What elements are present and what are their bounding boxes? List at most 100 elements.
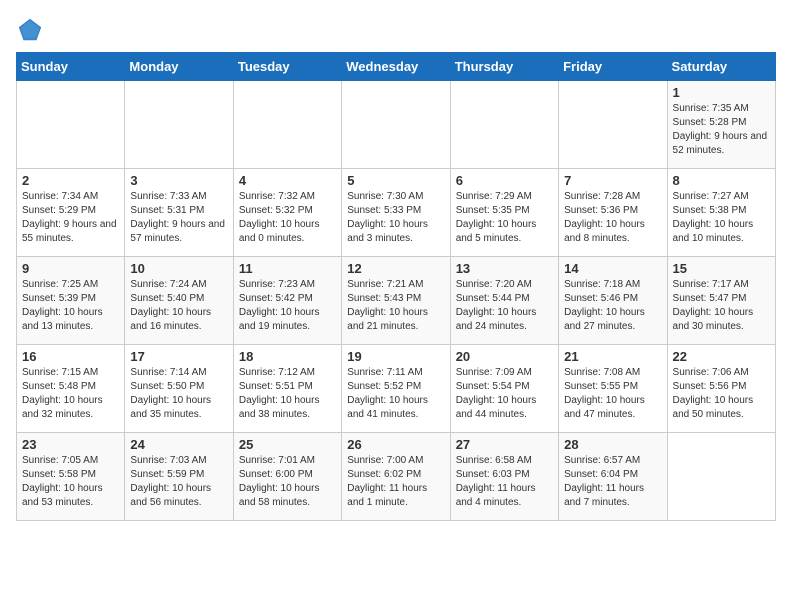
day-info: Sunrise: 7:18 AM Sunset: 5:46 PM Dayligh… <box>564 278 661 334</box>
calendar-cell: 23Sunrise: 7:05 AM Sunset: 5:58 PM Dayli… <box>17 433 125 521</box>
calendar-cell: 28 Sunrise: 6:57 AM Sunset: 6:04 PM Dayli… <box>559 433 667 521</box>
weekday-header: Wednesday <box>342 53 450 81</box>
day-info: Sunrise: 7:14 AM Sunset: 5:50 PM Dayligh… <box>130 366 227 422</box>
calendar-cell <box>233 81 341 169</box>
day-info: Sunrise: 7:32 AM Sunset: 5:32 PM Dayligh… <box>239 190 336 246</box>
calendar-cell <box>559 81 667 169</box>
calendar-cell: 22 Sunrise: 7:06 AM Sunset: 5:56 PM Dayli… <box>667 345 775 433</box>
day-number: 21 <box>564 349 661 364</box>
weekday-header: Thursday <box>450 53 558 81</box>
day-info: Sunrise: 7:21 AM Sunset: 5:43 PM Dayligh… <box>347 278 444 334</box>
day-number: 17 <box>130 349 227 364</box>
day-number: 20 <box>456 349 553 364</box>
day-number: 23 <box>22 437 119 452</box>
day-number: 26 <box>347 437 444 452</box>
calendar-cell: 14 Sunrise: 7:18 AM Sunset: 5:46 PM Dayli… <box>559 257 667 345</box>
calendar-cell: 2 Sunrise: 7:34 AM Sunset: 5:29 PM Daylig… <box>17 169 125 257</box>
calendar-cell <box>342 81 450 169</box>
calendar-table: SundayMondayTuesdayWednesdayThursdayFrid… <box>16 52 776 521</box>
day-info: Sunrise: 7:28 AM Sunset: 5:36 PM Dayligh… <box>564 190 661 246</box>
day-number: 1 <box>673 85 770 100</box>
day-info: Sunrise: 7:12 AM Sunset: 5:51 PM Dayligh… <box>239 366 336 422</box>
calendar-cell: 20 Sunrise: 7:09 AM Sunset: 5:54 PM Dayli… <box>450 345 558 433</box>
day-info: Sunrise: 6:57 AM Sunset: 6:04 PM Dayligh… <box>564 454 661 510</box>
calendar-cell: 3 Sunrise: 7:33 AM Sunset: 5:31 PM Daylig… <box>125 169 233 257</box>
calendar-week-row: 9 Sunrise: 7:25 AM Sunset: 5:39 PM Daylig… <box>17 257 776 345</box>
day-number: 10 <box>130 261 227 276</box>
calendar-cell: 19 Sunrise: 7:11 AM Sunset: 5:52 PM Dayli… <box>342 345 450 433</box>
calendar-cell: 12 Sunrise: 7:21 AM Sunset: 5:43 PM Dayli… <box>342 257 450 345</box>
calendar-cell <box>450 81 558 169</box>
day-number: 2 <box>22 173 119 188</box>
calendar-cell: 4 Sunrise: 7:32 AM Sunset: 5:32 PM Daylig… <box>233 169 341 257</box>
day-number: 13 <box>456 261 553 276</box>
calendar-cell: 17 Sunrise: 7:14 AM Sunset: 5:50 PM Dayli… <box>125 345 233 433</box>
calendar-body: 1 Sunrise: 7:35 AM Sunset: 5:28 PM Daylig… <box>17 81 776 521</box>
logo <box>16 16 48 44</box>
day-info: Sunrise: 7:27 AM Sunset: 5:38 PM Dayligh… <box>673 190 770 246</box>
day-number: 19 <box>347 349 444 364</box>
calendar-cell: 6Sunrise: 7:29 AM Sunset: 5:35 PM Daylig… <box>450 169 558 257</box>
day-number: 9 <box>22 261 119 276</box>
weekday-header: Tuesday <box>233 53 341 81</box>
weekday-header: Monday <box>125 53 233 81</box>
day-info: Sunrise: 6:58 AM Sunset: 6:03 PM Dayligh… <box>456 454 553 510</box>
day-number: 25 <box>239 437 336 452</box>
calendar-cell: 13 Sunrise: 7:20 AM Sunset: 5:44 PM Dayli… <box>450 257 558 345</box>
day-number: 16 <box>22 349 119 364</box>
logo-icon <box>16 16 44 44</box>
calendar-cell: 10 Sunrise: 7:24 AM Sunset: 5:40 PM Dayli… <box>125 257 233 345</box>
day-number: 7 <box>564 173 661 188</box>
weekday-row: SundayMondayTuesdayWednesdayThursdayFrid… <box>17 53 776 81</box>
day-info: Sunrise: 7:06 AM Sunset: 5:56 PM Dayligh… <box>673 366 770 422</box>
calendar-cell: 18 Sunrise: 7:12 AM Sunset: 5:51 PM Dayli… <box>233 345 341 433</box>
day-number: 5 <box>347 173 444 188</box>
calendar-cell: 24 Sunrise: 7:03 AM Sunset: 5:59 PM Dayli… <box>125 433 233 521</box>
calendar-header: SundayMondayTuesdayWednesdayThursdayFrid… <box>17 53 776 81</box>
day-number: 6 <box>456 173 553 188</box>
day-number: 28 <box>564 437 661 452</box>
calendar-cell <box>667 433 775 521</box>
day-info: Sunrise: 7:25 AM Sunset: 5:39 PM Dayligh… <box>22 278 119 334</box>
day-number: 4 <box>239 173 336 188</box>
day-info: Sunrise: 7:33 AM Sunset: 5:31 PM Dayligh… <box>130 190 227 246</box>
calendar-cell <box>125 81 233 169</box>
day-number: 14 <box>564 261 661 276</box>
weekday-header: Saturday <box>667 53 775 81</box>
day-number: 22 <box>673 349 770 364</box>
day-info: Sunrise: 7:00 AM Sunset: 6:02 PM Dayligh… <box>347 454 444 510</box>
day-number: 24 <box>130 437 227 452</box>
page-header <box>16 16 776 44</box>
day-number: 3 <box>130 173 227 188</box>
day-info: Sunrise: 7:30 AM Sunset: 5:33 PM Dayligh… <box>347 190 444 246</box>
weekday-header: Friday <box>559 53 667 81</box>
calendar-cell: 1 Sunrise: 7:35 AM Sunset: 5:28 PM Daylig… <box>667 81 775 169</box>
day-info: Sunrise: 7:01 AM Sunset: 6:00 PM Dayligh… <box>239 454 336 510</box>
calendar-cell: 26 Sunrise: 7:00 AM Sunset: 6:02 PM Dayli… <box>342 433 450 521</box>
day-number: 18 <box>239 349 336 364</box>
day-info: Sunrise: 7:24 AM Sunset: 5:40 PM Dayligh… <box>130 278 227 334</box>
calendar-cell: 16Sunrise: 7:15 AM Sunset: 5:48 PM Dayli… <box>17 345 125 433</box>
calendar-cell: 27 Sunrise: 6:58 AM Sunset: 6:03 PM Dayli… <box>450 433 558 521</box>
calendar-cell: 9 Sunrise: 7:25 AM Sunset: 5:39 PM Daylig… <box>17 257 125 345</box>
day-info: Sunrise: 7:03 AM Sunset: 5:59 PM Dayligh… <box>130 454 227 510</box>
day-number: 15 <box>673 261 770 276</box>
day-info: Sunrise: 7:09 AM Sunset: 5:54 PM Dayligh… <box>456 366 553 422</box>
day-info: Sunrise: 7:08 AM Sunset: 5:55 PM Dayligh… <box>564 366 661 422</box>
calendar-cell: 15 Sunrise: 7:17 AM Sunset: 5:47 PM Dayli… <box>667 257 775 345</box>
day-info: Sunrise: 7:11 AM Sunset: 5:52 PM Dayligh… <box>347 366 444 422</box>
calendar-week-row: 1 Sunrise: 7:35 AM Sunset: 5:28 PM Daylig… <box>17 81 776 169</box>
day-info: Sunrise: 7:17 AM Sunset: 5:47 PM Dayligh… <box>673 278 770 334</box>
calendar-week-row: 16Sunrise: 7:15 AM Sunset: 5:48 PM Dayli… <box>17 345 776 433</box>
day-number: 12 <box>347 261 444 276</box>
day-info: Sunrise: 7:34 AM Sunset: 5:29 PM Dayligh… <box>22 190 119 246</box>
calendar-cell: 11 Sunrise: 7:23 AM Sunset: 5:42 PM Dayli… <box>233 257 341 345</box>
day-number: 8 <box>673 173 770 188</box>
calendar-week-row: 23Sunrise: 7:05 AM Sunset: 5:58 PM Dayli… <box>17 433 776 521</box>
calendar-cell <box>17 81 125 169</box>
day-info: Sunrise: 7:35 AM Sunset: 5:28 PM Dayligh… <box>673 102 770 158</box>
day-number: 27 <box>456 437 553 452</box>
day-number: 11 <box>239 261 336 276</box>
day-info: Sunrise: 7:20 AM Sunset: 5:44 PM Dayligh… <box>456 278 553 334</box>
day-info: Sunrise: 7:23 AM Sunset: 5:42 PM Dayligh… <box>239 278 336 334</box>
